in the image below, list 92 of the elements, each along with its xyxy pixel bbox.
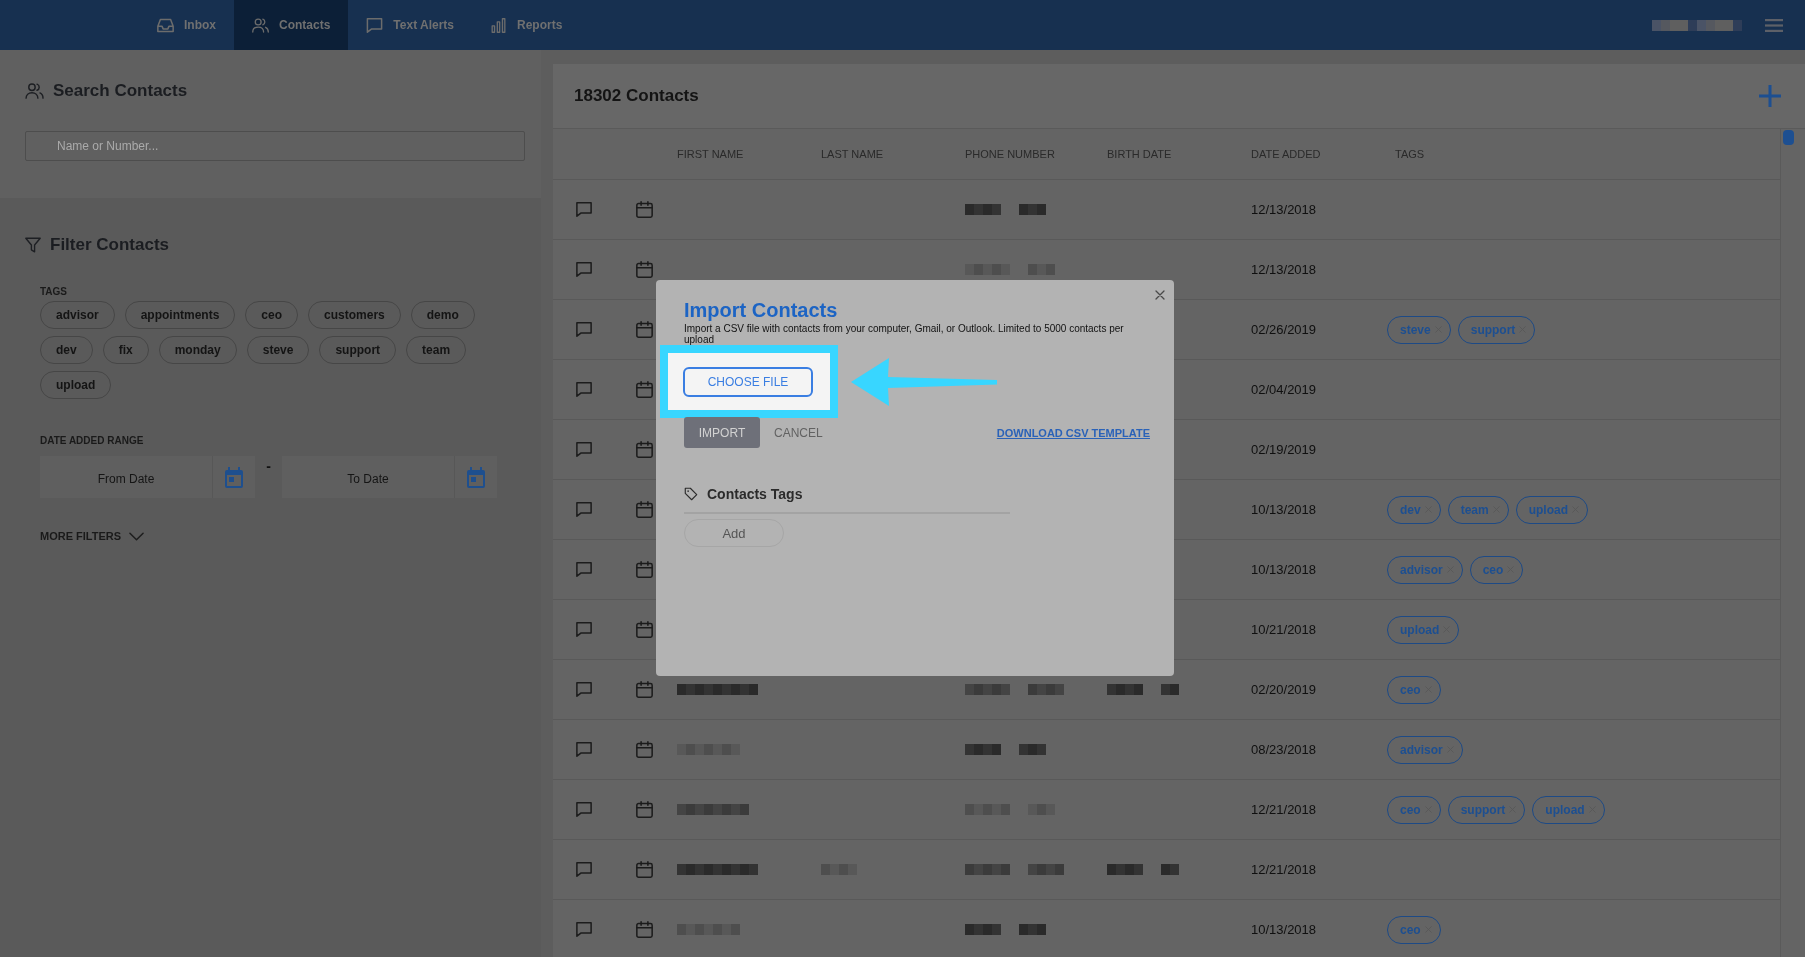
chat-bubble-icon[interactable] <box>576 802 592 817</box>
chevron-down-icon <box>129 531 145 541</box>
chat-bubble-icon[interactable] <box>576 442 592 457</box>
nav-tab[interactable]: Inbox <box>139 0 234 50</box>
column-header: LAST NAME <box>821 148 884 160</box>
chat-bubble-icon[interactable] <box>576 502 592 517</box>
tag-label: support <box>1470 322 1516 337</box>
tag-label: steve <box>1400 322 1431 337</box>
tag-icon <box>684 487 698 501</box>
chat-bubble-icon[interactable] <box>576 322 592 337</box>
download-template-link[interactable]: DOWNLOAD CSV TEMPLATE <box>996 426 1150 439</box>
nav-tab[interactable]: Text Alerts <box>348 0 473 50</box>
calendar-icon[interactable] <box>636 801 653 818</box>
nav-tab[interactable]: Reports <box>472 0 581 50</box>
calendar-icon[interactable] <box>636 741 653 758</box>
dialog-title: Import Contacts <box>684 298 838 322</box>
date-cell: 12/21/2018 <box>1251 802 1317 817</box>
tag-label: support <box>1460 802 1506 817</box>
filter-icon <box>25 237 41 253</box>
range-separator: - <box>265 457 272 476</box>
more-filters-button[interactable]: MORE FILTERS <box>40 529 145 543</box>
date-cell: 08/23/2018 <box>1251 742 1317 757</box>
people-icon <box>25 83 44 99</box>
calendar-icon[interactable] <box>636 501 653 518</box>
field-label: TAGS <box>40 286 68 298</box>
date-cell: 12/13/2018 <box>1251 262 1317 277</box>
tag-label: team <box>1460 502 1489 517</box>
date-cell: 02/19/2019 <box>1251 442 1317 457</box>
calendar-icon[interactable] <box>636 321 653 338</box>
chat-bubble-icon[interactable] <box>576 862 592 877</box>
column-header: FIRST NAME <box>677 148 744 160</box>
section-title: Filter Contacts <box>50 235 170 255</box>
chat-bubble-icon[interactable] <box>576 262 592 277</box>
date-cell: 02/26/2019 <box>1251 322 1317 337</box>
calendar-icon <box>467 466 485 488</box>
date-cell: 12/21/2018 <box>1251 862 1317 877</box>
cancel-button[interactable]: CANCEL <box>774 425 823 440</box>
section-title: Search Contacts <box>53 81 188 101</box>
tag-label: ceo <box>1482 562 1504 577</box>
chat-bubble-icon[interactable] <box>576 742 592 757</box>
date-cell: 10/13/2018 <box>1251 922 1317 937</box>
close-icon[interactable] <box>1155 290 1165 300</box>
choose-file-button[interactable]: CHOOSE FILE <box>683 367 813 397</box>
calendar-icon[interactable] <box>636 921 653 938</box>
chat-bubble-icon <box>366 17 384 33</box>
date-cell: 10/21/2018 <box>1251 622 1317 637</box>
calendar-icon[interactable] <box>636 381 653 398</box>
calendar-icon[interactable] <box>636 681 653 698</box>
chat-bubble-icon[interactable] <box>576 202 592 217</box>
chat-bubble-icon[interactable] <box>576 382 592 397</box>
calendar-icon <box>225 466 243 488</box>
tag-label: advisor <box>1400 742 1443 757</box>
date-field[interactable]: To Date <box>282 456 454 498</box>
chat-bubble-icon[interactable] <box>576 622 592 637</box>
calendar-icon[interactable] <box>636 861 653 878</box>
column-header: TAGS <box>1395 148 1425 160</box>
chat-bubble-icon[interactable] <box>576 682 592 697</box>
chat-bubble-icon[interactable] <box>576 922 592 937</box>
search-field[interactable]: Name or Number... <box>25 131 525 161</box>
tag-label: ceo <box>1400 802 1421 817</box>
calendar-icon[interactable] <box>636 561 653 578</box>
tag-label: dev <box>1400 502 1421 517</box>
tag-label: upload <box>1528 502 1569 517</box>
date-cell: 02/20/2019 <box>1251 682 1317 697</box>
column-header: DATE ADDED <box>1251 148 1321 160</box>
tag-label: ceo <box>1400 922 1421 937</box>
chat-bubble-icon[interactable] <box>576 562 592 577</box>
date-cell: 10/13/2018 <box>1251 562 1317 577</box>
tray-icon <box>157 17 174 33</box>
calendar-icon[interactable] <box>636 441 653 458</box>
column-header: PHONE NUMBER <box>965 148 1055 160</box>
dialog-description: Import a CSV file with contacts from your computer, Gmail, or Outlook. Limited to 5000 contacts per upload <box>684 323 1125 345</box>
bar-chart-icon <box>490 17 508 33</box>
tag-label: upload <box>1400 622 1440 637</box>
date-cell: 10/13/2018 <box>1251 502 1317 517</box>
tag-label: upload <box>1545 802 1585 817</box>
tag-label: ceo <box>1400 682 1421 697</box>
scrollbar-thumb[interactable] <box>1783 130 1794 145</box>
calendar-icon[interactable] <box>636 201 653 218</box>
section-title: Contacts Tags <box>707 486 803 502</box>
column-header: BIRTH DATE <box>1107 148 1172 160</box>
menu-icon[interactable] <box>1765 18 1783 32</box>
contacts-count-title: 18302 Contacts <box>574 86 699 106</box>
calendar-icon[interactable] <box>636 261 653 278</box>
people-icon <box>252 17 269 33</box>
date-field[interactable]: From Date <box>40 456 212 498</box>
nav-tab[interactable]: Contacts <box>234 0 349 50</box>
field-label: DATE ADDED RANGE <box>40 435 144 447</box>
date-cell: 12/13/2018 <box>1251 202 1317 217</box>
date-cell: 02/04/2019 <box>1251 382 1317 397</box>
tag-label: advisor <box>1400 562 1443 577</box>
calendar-icon[interactable] <box>636 621 653 638</box>
